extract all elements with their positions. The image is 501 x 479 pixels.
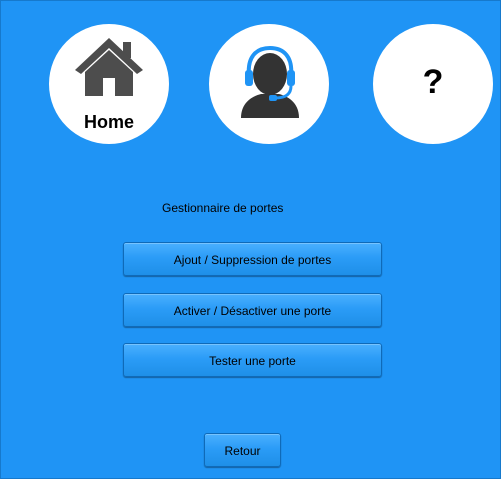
- headset-support-icon: [241, 46, 299, 118]
- page-title: Gestionnaire de portes: [162, 201, 284, 215]
- house-icon: [75, 38, 143, 96]
- add-remove-doors-button[interactable]: Ajout / Suppression de portes: [123, 242, 382, 276]
- home-button[interactable]: Home: [49, 24, 169, 144]
- enable-disable-door-button[interactable]: Activer / Désactiver une porte: [123, 293, 382, 327]
- question-mark-icon: ?: [422, 63, 444, 101]
- test-door-button[interactable]: Tester une porte: [123, 343, 382, 377]
- help-button[interactable]: ?: [373, 24, 493, 144]
- support-button[interactable]: [209, 24, 329, 144]
- home-label: Home: [83, 112, 134, 132]
- back-button[interactable]: Retour: [204, 433, 281, 467]
